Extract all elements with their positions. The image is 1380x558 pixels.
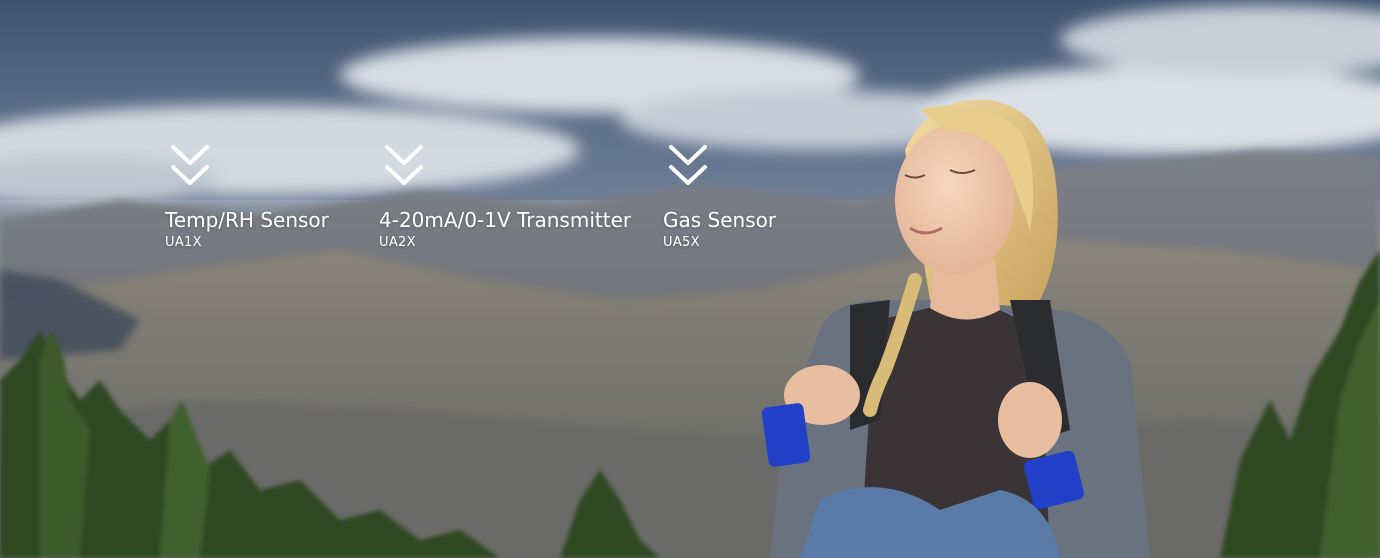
nav-item-title: Gas Sensor	[663, 208, 777, 232]
nav-item-model-code: UA5X	[663, 235, 700, 250]
double-chevron-down-icon	[669, 145, 707, 185]
nav-item-title: 4-20mA/0-1V Transmitter	[379, 208, 632, 232]
nav-item-gas-sensor[interactable]: Gas Sensor UA5X	[663, 143, 776, 251]
nav-item-title: Temp/RH Sensor	[165, 208, 329, 232]
nav-item-model-code: UA1X	[165, 235, 202, 250]
double-chevron-down-icon	[171, 145, 209, 185]
nav-item-temp-rh-sensor[interactable]: Temp/RH Sensor UA1X	[165, 143, 329, 251]
product-category-nav: Temp/RH Sensor UA1X 4-20mA/0-1V Transmit…	[0, 0, 1380, 558]
hero-banner: Temp/RH Sensor UA1X 4-20mA/0-1V Transmit…	[0, 0, 1380, 558]
nav-item-model-code: UA2X	[379, 235, 416, 250]
nav-item-transmitter[interactable]: 4-20mA/0-1V Transmitter UA2X	[379, 143, 631, 251]
double-chevron-down-icon	[385, 145, 423, 185]
